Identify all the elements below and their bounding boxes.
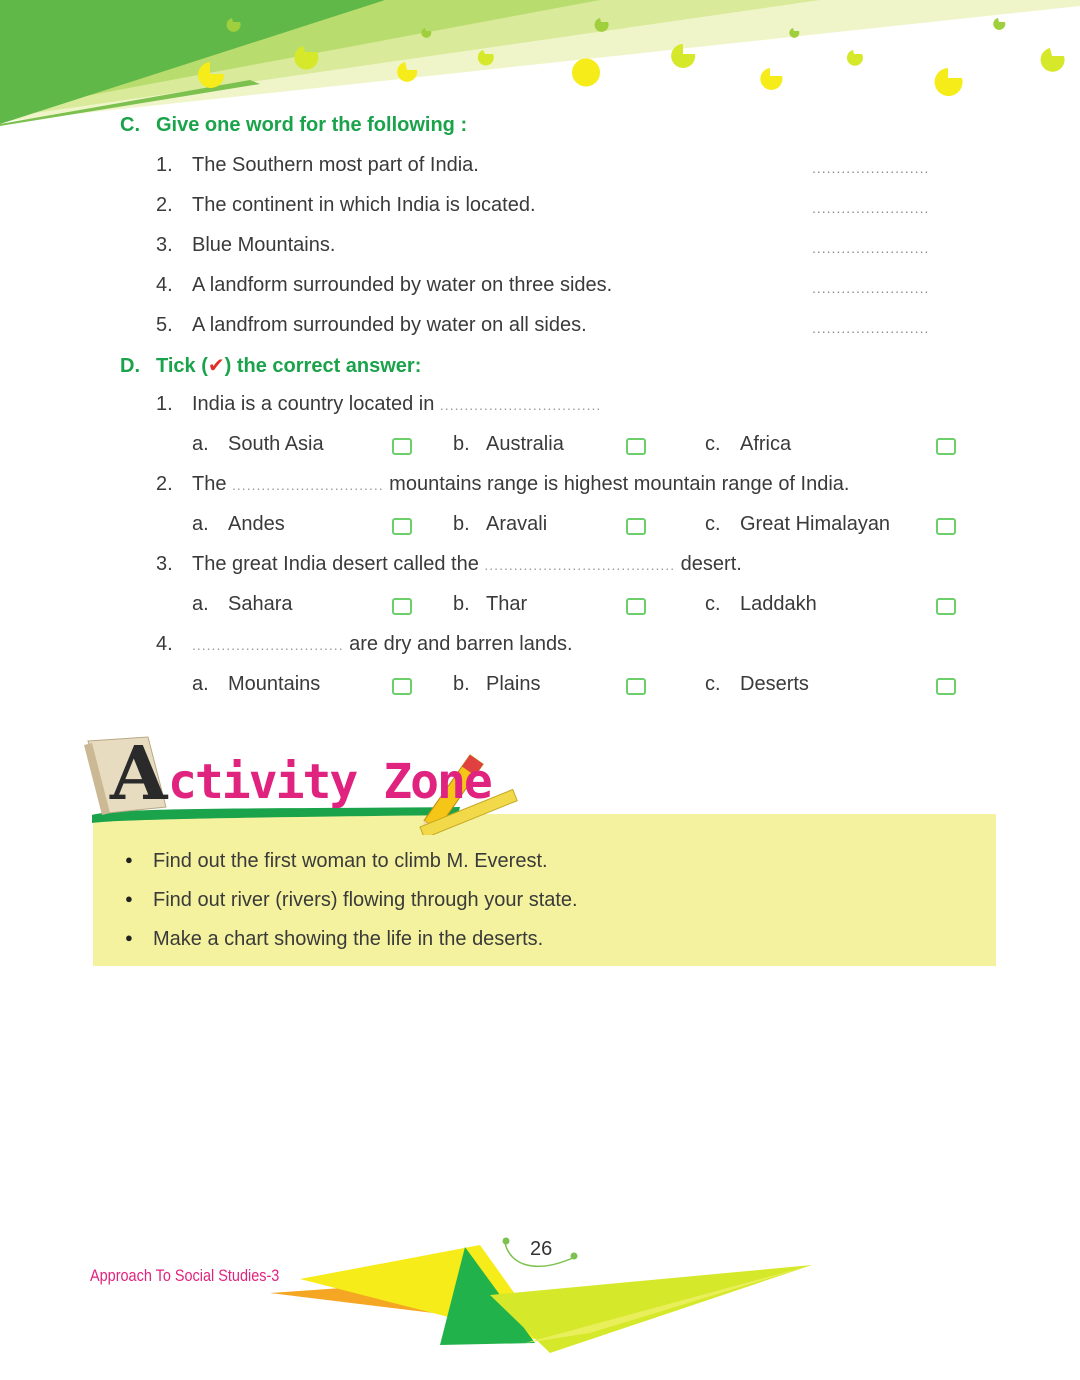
answer-checkbox[interactable] bbox=[936, 678, 956, 695]
book-title: Approach To Social Studies-3 bbox=[90, 1266, 280, 1285]
answer-blank: ....................................... bbox=[484, 557, 676, 573]
answer-checkbox[interactable] bbox=[936, 518, 956, 535]
bullet-icon: ● bbox=[125, 930, 133, 945]
option-text: Plains bbox=[486, 673, 541, 695]
question-text-post: desert. bbox=[675, 553, 742, 575]
activity-item-text: Find out the first woman to climb M. Eve… bbox=[153, 850, 548, 872]
question-number: 2. bbox=[156, 194, 173, 216]
answer-blank: ........................ bbox=[812, 240, 930, 256]
option-text: Thar bbox=[486, 593, 528, 615]
question-number: 5. bbox=[156, 314, 173, 336]
option-text: Deserts bbox=[740, 673, 809, 695]
bullet-icon: ● bbox=[125, 891, 133, 906]
option-letter: c. bbox=[705, 513, 721, 535]
activity-zone-title: ctivity Zone bbox=[168, 754, 493, 810]
question-text: The ............................... moun… bbox=[192, 473, 849, 496]
activity-item: ● Find out river (rivers) flowing through… bbox=[125, 889, 578, 912]
option-text: Andes bbox=[228, 513, 285, 535]
question-number: 4. bbox=[156, 633, 173, 655]
option-letter: c. bbox=[705, 433, 721, 455]
question-text: ............................... are dry … bbox=[192, 633, 573, 656]
activity-zone-big-letter: A bbox=[110, 731, 168, 817]
activity-item: ● Find out the first woman to climb M. Ev… bbox=[125, 850, 548, 873]
tick-icon: ✔ bbox=[207, 355, 225, 377]
section-d-title-pre: Tick ( bbox=[156, 355, 208, 377]
answer-checkbox[interactable] bbox=[392, 438, 412, 455]
answer-blank: ............................... bbox=[232, 477, 384, 493]
question-text: The Southern most part of India. bbox=[192, 154, 479, 176]
question-text: A landfrom surrounded by water on all si… bbox=[192, 314, 587, 336]
option-text: Aravali bbox=[486, 513, 548, 535]
option-text: Africa bbox=[740, 433, 792, 455]
answer-checkbox[interactable] bbox=[936, 598, 956, 615]
question-text: Blue Mountains. bbox=[192, 234, 336, 256]
question-text: The continent in which India is located. bbox=[192, 194, 536, 216]
answer-blank: ........................ bbox=[812, 280, 930, 296]
question-number: 4. bbox=[156, 274, 173, 296]
answer-checkbox[interactable] bbox=[626, 518, 646, 535]
answer-blank: ........................ bbox=[812, 160, 930, 176]
option-letter: b. bbox=[453, 433, 470, 455]
option-text: Mountains bbox=[228, 673, 321, 695]
section-c-title: Give one word for the following : bbox=[156, 114, 468, 136]
question-text: The great India desert called the ......… bbox=[192, 553, 742, 576]
option-letter: b. bbox=[453, 593, 470, 615]
question-number: 3. bbox=[156, 553, 173, 575]
option-text: South Asia bbox=[228, 433, 324, 455]
answer-blank: ............................... bbox=[192, 637, 344, 653]
activity-item: ● Make a chart showing the life in the de… bbox=[125, 928, 543, 951]
activity-item-text: Find out river (rivers) flowing through … bbox=[153, 889, 578, 911]
option-letter: a. bbox=[192, 513, 209, 535]
answer-checkbox[interactable] bbox=[936, 438, 956, 455]
answer-checkbox[interactable] bbox=[626, 438, 646, 455]
question-text-pre: India is a country located in bbox=[192, 393, 440, 415]
section-d-heading: D. Tick (✔) the correct answer: bbox=[120, 353, 421, 378]
option-letter: a. bbox=[192, 673, 209, 695]
section-c-heading: C. Give one word for the following : bbox=[120, 114, 467, 137]
question-text-post: are dry and barren lands. bbox=[343, 633, 573, 655]
answer-blank: ................................. bbox=[439, 397, 602, 413]
question-text-post: mountains range is highest mountain rang… bbox=[383, 473, 850, 495]
question-text: A landform surrounded by water on three … bbox=[192, 274, 613, 296]
option-letter: a. bbox=[192, 593, 209, 615]
option-text: Sahara bbox=[228, 593, 293, 615]
option-text: Laddakh bbox=[740, 593, 817, 615]
section-d-title-post: ) the correct answer: bbox=[224, 355, 422, 377]
answer-checkbox[interactable] bbox=[626, 598, 646, 615]
answer-checkbox[interactable] bbox=[392, 518, 412, 535]
answer-blank: ........................ bbox=[812, 200, 930, 216]
answer-checkbox[interactable] bbox=[392, 678, 412, 695]
question-number: 3. bbox=[156, 234, 173, 256]
answer-checkbox[interactable] bbox=[392, 598, 412, 615]
option-letter: a. bbox=[192, 433, 209, 455]
question-number: 1. bbox=[156, 393, 173, 415]
bullet-icon: ● bbox=[125, 852, 133, 867]
section-d-letter: D. bbox=[120, 355, 140, 377]
option-letter: c. bbox=[705, 593, 721, 615]
section-c-letter: C. bbox=[120, 114, 140, 136]
answer-checkbox[interactable] bbox=[626, 678, 646, 695]
answer-blank: ........................ bbox=[812, 320, 930, 336]
option-letter: b. bbox=[453, 673, 470, 695]
question-text: India is a country located in ..........… bbox=[192, 393, 601, 416]
page-number: 26 bbox=[530, 1238, 553, 1260]
option-letter: b. bbox=[453, 513, 470, 535]
option-text: Australia bbox=[486, 433, 564, 455]
header-decoration bbox=[0, 0, 1080, 126]
option-letter: c. bbox=[705, 673, 721, 695]
activity-item-text: Make a chart showing the life in the des… bbox=[153, 928, 544, 950]
option-text: Great Himalayan bbox=[740, 513, 891, 535]
question-text-pre: The bbox=[192, 473, 233, 495]
question-number: 1. bbox=[156, 154, 173, 176]
question-text-pre: The great India desert called the bbox=[192, 553, 485, 575]
question-number: 2. bbox=[156, 473, 173, 495]
